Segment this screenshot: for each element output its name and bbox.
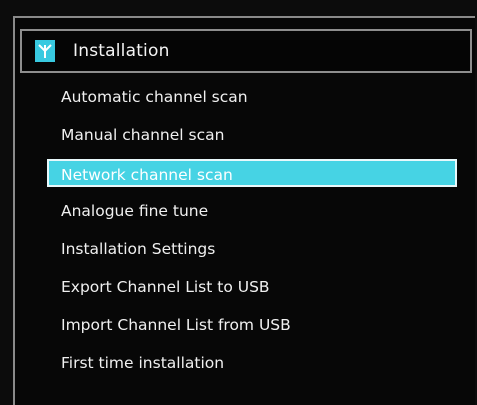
menu-item-export-channel-list[interactable]: Export Channel List to USB [47, 268, 457, 306]
menu-item-first-time-installation[interactable]: First time installation [47, 344, 457, 382]
installation-menu: Automatic channel scan Manual channel sc… [47, 78, 457, 382]
menu-item-installation-settings[interactable]: Installation Settings [47, 230, 457, 268]
page-title: Installation [73, 41, 170, 61]
menu-item-network-channel-scan[interactable]: Network channel scan [47, 159, 457, 187]
menu-item-automatic-channel-scan[interactable]: Automatic channel scan [47, 78, 457, 116]
menu-item-import-channel-list[interactable]: Import Channel List from USB [47, 306, 457, 344]
menu-item-manual-channel-scan[interactable]: Manual channel scan [47, 116, 457, 154]
menu-header: Installation [20, 29, 472, 73]
antenna-icon [35, 40, 55, 62]
tv-screen: Installation Automatic channel scan Manu… [0, 0, 477, 405]
menu-item-analogue-fine-tune[interactable]: Analogue fine tune [47, 192, 457, 230]
